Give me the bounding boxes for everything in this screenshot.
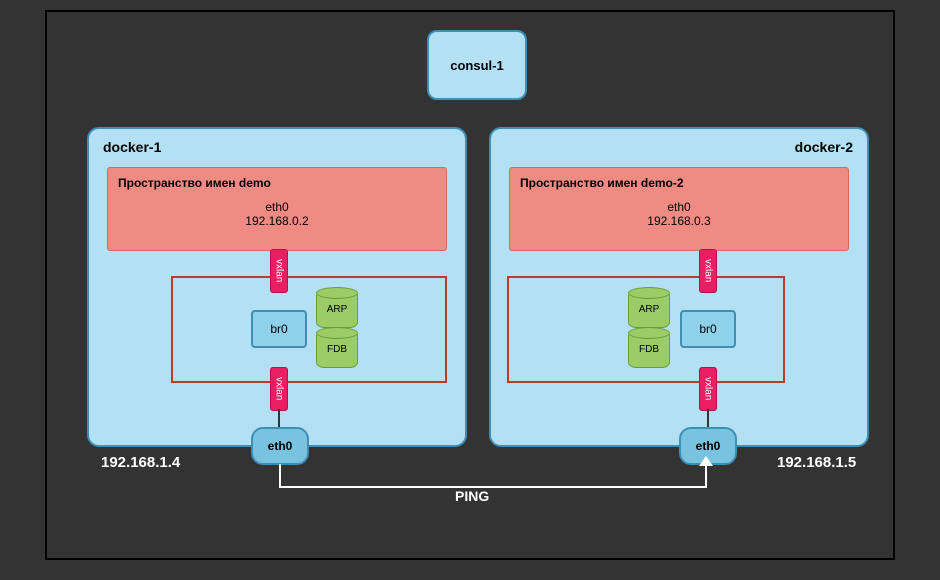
namespace-demo-ip: 192.168.0.2 bbox=[108, 214, 446, 228]
docker-host-1: docker-1 Пространство имен demo eth0 192… bbox=[87, 127, 467, 447]
docker-2-title: docker-2 bbox=[795, 139, 853, 155]
ping-label: PING bbox=[455, 488, 489, 504]
consul-node: consul-1 bbox=[427, 30, 527, 100]
arp-db-2: ARP bbox=[628, 290, 670, 328]
namespace-demo-2-iface: eth0 bbox=[510, 200, 848, 214]
fdb-db-2: FDB bbox=[628, 330, 670, 368]
namespace-demo-title: Пространство имен demo bbox=[108, 176, 446, 190]
consul-label: consul-1 bbox=[450, 58, 503, 73]
vxlan-tunnel-2-bottom: vxlan bbox=[699, 367, 717, 411]
arp-db-1: ARP bbox=[316, 290, 358, 328]
ping-arrow-seg bbox=[279, 486, 707, 488]
vxlan-tunnel-2-top: vxlan bbox=[699, 249, 717, 293]
connector-1 bbox=[278, 409, 280, 429]
namespace-demo-2-title: Пространство имен demo-2 bbox=[510, 176, 848, 190]
docker-host-2: docker-2 Пространство имен demo-2 eth0 1… bbox=[489, 127, 869, 447]
namespace-demo-2: Пространство имен demo-2 eth0 192.168.0.… bbox=[509, 167, 849, 251]
bridge-br0-2: br0 bbox=[680, 310, 736, 348]
host-ip-2: 192.168.1.5 bbox=[777, 454, 856, 471]
docker-1-title: docker-1 bbox=[103, 139, 161, 155]
host-ip-1: 192.168.1.4 bbox=[101, 454, 180, 471]
overlay-network-boundary-1 bbox=[171, 276, 447, 383]
connector-2 bbox=[707, 409, 709, 429]
vxlan-tunnel-1-bottom: vxlan bbox=[270, 367, 288, 411]
namespace-demo-2-ip: 192.168.0.3 bbox=[510, 214, 848, 228]
namespace-demo: Пространство имен demo eth0 192.168.0.2 bbox=[107, 167, 447, 251]
host-eth0-1: eth0 bbox=[251, 427, 309, 465]
vxlan-tunnel-1-top: vxlan bbox=[270, 249, 288, 293]
diagram-canvas: consul-1 docker-1 Пространство имен demo… bbox=[45, 10, 895, 560]
ping-arrow-seg bbox=[705, 464, 707, 488]
ping-arrow-seg bbox=[279, 464, 281, 488]
bridge-br0-1: br0 bbox=[251, 310, 307, 348]
namespace-demo-iface: eth0 bbox=[108, 200, 446, 214]
ping-arrowhead-icon bbox=[699, 456, 713, 466]
db-stack-1: ARP FDB bbox=[316, 290, 358, 370]
db-stack-2: ARP FDB bbox=[628, 290, 670, 370]
fdb-db-1: FDB bbox=[316, 330, 358, 368]
